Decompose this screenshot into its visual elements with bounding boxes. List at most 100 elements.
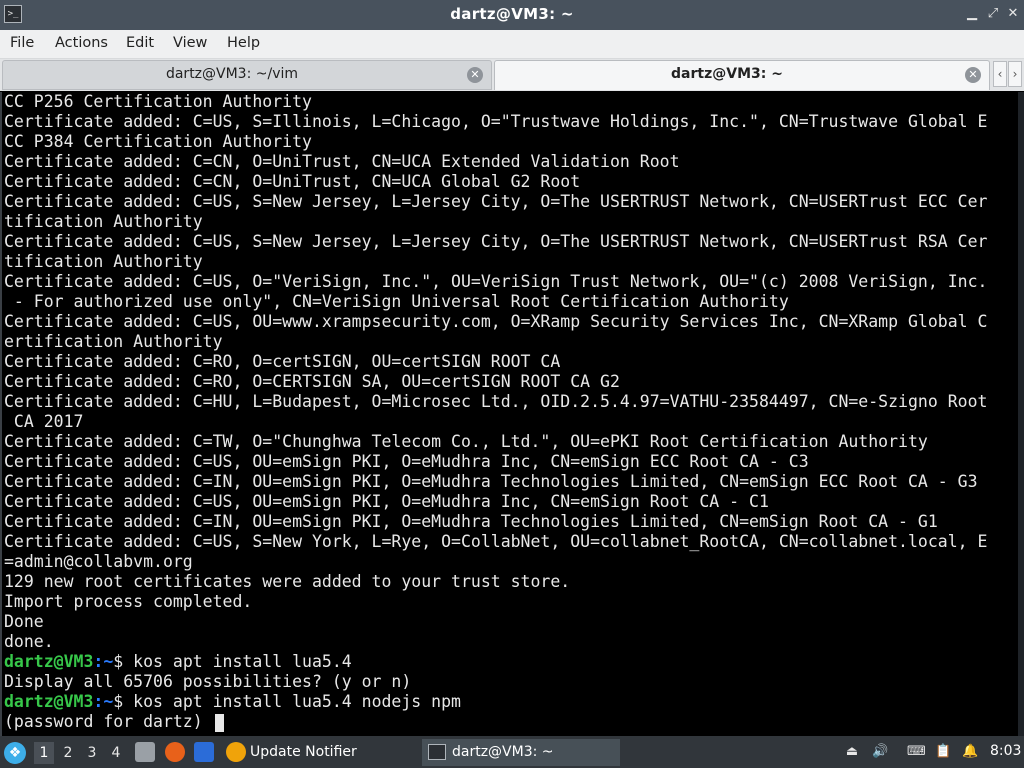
workspace-2[interactable]: 2 bbox=[58, 742, 78, 764]
terminal-icon bbox=[428, 744, 446, 760]
file-manager-icon[interactable] bbox=[135, 742, 155, 762]
terminal-line: Certificate added: C=CN, O=UniTrust, CN=… bbox=[4, 152, 680, 172]
terminal-line: Certificate added: C=US, S=New Jersey, L… bbox=[4, 232, 987, 252]
terminal-line: Certificate added: C=US, S=New Jersey, L… bbox=[4, 192, 987, 212]
terminal-line: done. bbox=[4, 632, 54, 652]
prompt-user: dartz@VM3 bbox=[4, 652, 94, 671]
terminal-line: Certificate added: C=IN, OU=emSign PKI, … bbox=[4, 472, 978, 492]
task-terminal[interactable]: dartz@VM3: ~ bbox=[422, 739, 620, 766]
prompt-symbol: $ bbox=[113, 692, 124, 711]
chevron-right-icon[interactable]: › bbox=[1008, 61, 1022, 87]
terminal-line: Certificate added: C=US, OU=emSign PKI, … bbox=[4, 452, 809, 472]
application-menu-icon[interactable]: ❖ bbox=[4, 742, 26, 764]
line-text: kos apt install lua5.4 nodejs npm bbox=[123, 692, 461, 711]
clipboard-icon[interactable]: 📋 bbox=[935, 744, 951, 760]
line-text: Certificate added: C=CN, O=UniTrust, CN=… bbox=[4, 152, 680, 171]
clock[interactable]: 8:03 bbox=[990, 743, 1021, 759]
prompt-separator: : bbox=[93, 652, 104, 671]
firefox-icon[interactable] bbox=[165, 742, 185, 762]
volume-icon[interactable]: 🔊 bbox=[872, 744, 888, 760]
line-text: Done bbox=[4, 612, 44, 631]
terminal-line: CC P256 Certification Authority bbox=[4, 92, 312, 112]
terminal-line: Certificate added: C=US, O="VeriSign, In… bbox=[4, 272, 987, 292]
line-text: Certificate added: C=HU, L=Budapest, O=M… bbox=[4, 392, 988, 411]
workspace-1[interactable]: 1 bbox=[34, 742, 54, 764]
terminal-line: Certificate added: C=US, S=New York, L=R… bbox=[4, 532, 987, 552]
terminal-line: Certificate added: C=TW, O="Chunghwa Tel… bbox=[4, 432, 928, 452]
maximize-icon[interactable]: ⤢ bbox=[985, 6, 1001, 22]
terminal-line: Certificate added: C=US, OU=www.xrampsec… bbox=[4, 312, 987, 332]
close-icon[interactable]: ✕ bbox=[1005, 6, 1021, 22]
prompt-user: dartz@VM3 bbox=[4, 692, 94, 711]
menu-help[interactable]: Help bbox=[227, 35, 260, 51]
terminal-line: Certificate added: C=HU, L=Budapest, O=M… bbox=[4, 392, 987, 412]
line-text: Certificate added: C=TW, O="Chunghwa Tel… bbox=[4, 432, 928, 451]
line-text: CC P256 Certification Authority bbox=[4, 92, 312, 111]
tab-label: dartz@VM3: ~ bbox=[671, 66, 783, 82]
terminal-line: =admin@collabvm.org bbox=[4, 552, 193, 572]
menu-file[interactable]: File bbox=[10, 35, 34, 51]
terminal-line: Display all 65706 possibilities? (y or n… bbox=[4, 672, 411, 692]
line-text: Import process completed. bbox=[4, 592, 253, 611]
notifications-icon[interactable]: 🔔 bbox=[962, 744, 978, 760]
menu-actions[interactable]: Actions bbox=[55, 35, 108, 51]
prompt-path: ~ bbox=[103, 652, 114, 671]
line-text: - For authorized use only", CN=VeriSign … bbox=[4, 292, 789, 311]
line-text: =admin@collabvm.org bbox=[4, 552, 193, 571]
line-text: Certificate added: C=US, O="VeriSign, In… bbox=[4, 272, 988, 291]
eject-icon[interactable]: ⏏ bbox=[844, 744, 860, 760]
line-text: 129 new root certificates were added to … bbox=[4, 572, 571, 591]
terminal-line: Certificate added: C=RO, O=certSIGN, OU=… bbox=[4, 352, 560, 372]
close-icon[interactable]: ✕ bbox=[467, 67, 483, 83]
tab-label: dartz@VM3: ~/vim bbox=[165, 66, 299, 82]
line-text: Certificate added: C=IN, OU=emSign PKI, … bbox=[4, 512, 938, 531]
menu-view[interactable]: View bbox=[173, 35, 207, 51]
terminal-line: CC P384 Certification Authority bbox=[4, 132, 312, 152]
terminal-line: tification Authority bbox=[4, 252, 203, 272]
scrollbar[interactable] bbox=[1018, 92, 1024, 736]
workspace-4[interactable]: 4 bbox=[106, 742, 126, 764]
terminal-prompt-line: dartz@VM3:~$ kos apt install lua5.4 node… bbox=[4, 692, 461, 712]
task-update-notifier[interactable]: Update Notifier bbox=[224, 739, 414, 766]
tab-bar: dartz@VM3: ~/vim ✕ dartz@VM3: ~ ✕ bbox=[0, 59, 1024, 91]
terminal-line: - For authorized use only", CN=VeriSign … bbox=[4, 292, 789, 312]
line-text: Certificate added: C=US, OU=emSign PKI, … bbox=[4, 492, 769, 511]
line-text: CA 2017 bbox=[4, 412, 84, 431]
terminal-line: CA 2017 bbox=[4, 412, 84, 432]
line-text: CC P384 Certification Authority bbox=[4, 132, 312, 151]
window-titlebar[interactable]: >_ dartz@VM3: ~ ▁ ⤢ ✕ bbox=[0, 0, 1024, 30]
line-text: (password for dartz) bbox=[4, 712, 213, 731]
line-text: Certificate added: C=US, S=Illinois, L=C… bbox=[4, 112, 988, 131]
tab-home[interactable]: dartz@VM3: ~ ✕ bbox=[494, 60, 990, 90]
line-text: Display all 65706 possibilities? (y or n… bbox=[4, 672, 412, 691]
terminal-prompt-line: dartz@VM3:~$ kos apt install lua5.4 bbox=[4, 652, 352, 672]
close-icon[interactable]: ✕ bbox=[965, 67, 981, 83]
taskbar: ❖ 1 2 3 4 Update Notifier dartz@VM3: ~ ⏏… bbox=[0, 736, 1024, 768]
task-label: Update Notifier bbox=[250, 744, 357, 760]
keyboard-icon[interactable]: ⌨ bbox=[907, 744, 926, 760]
menu-edit[interactable]: Edit bbox=[126, 35, 154, 51]
task-label: dartz@VM3: ~ bbox=[452, 744, 554, 760]
chevron-left-icon[interactable]: ‹ bbox=[993, 61, 1007, 87]
prompt-separator: : bbox=[93, 692, 104, 711]
line-text: Certificate added: C=CN, O=UniTrust, CN=… bbox=[4, 172, 581, 191]
line-text: Certificate added: C=US, S=New York, L=R… bbox=[4, 532, 988, 551]
prompt-path: ~ bbox=[103, 692, 114, 711]
terminal-line: (password for dartz) bbox=[4, 712, 224, 732]
terminal-line: Certificate added: C=IN, OU=emSign PKI, … bbox=[4, 512, 938, 532]
line-text: Certificate added: C=US, S=New Jersey, L… bbox=[4, 232, 988, 251]
terminal-line: Import process completed. bbox=[4, 592, 252, 612]
line-text: Certificate added: C=US, OU=www.xrampsec… bbox=[4, 312, 988, 331]
desktop-icon[interactable] bbox=[194, 742, 214, 762]
line-text: done. bbox=[4, 632, 54, 651]
terminal-line: Certificate added: C=RO, O=CERTSIGN SA, … bbox=[4, 372, 620, 392]
minimize-icon[interactable]: ▁ bbox=[964, 6, 980, 22]
workspace-3[interactable]: 3 bbox=[82, 742, 102, 764]
window-title: dartz@VM3: ~ bbox=[450, 5, 574, 23]
terminal-output[interactable]: CC P256 Certification Authority Certifica… bbox=[0, 92, 1018, 736]
line-text: Certificate added: C=US, S=New Jersey, L… bbox=[4, 192, 988, 211]
tab-vim[interactable]: dartz@VM3: ~/vim ✕ bbox=[2, 60, 492, 90]
terminal-line: Certificate added: C=US, OU=emSign PKI, … bbox=[4, 492, 769, 512]
menu-bar: File Actions Edit View Help bbox=[0, 30, 1024, 59]
line-text: Certificate added: C=IN, OU=emSign PKI, … bbox=[4, 472, 978, 491]
